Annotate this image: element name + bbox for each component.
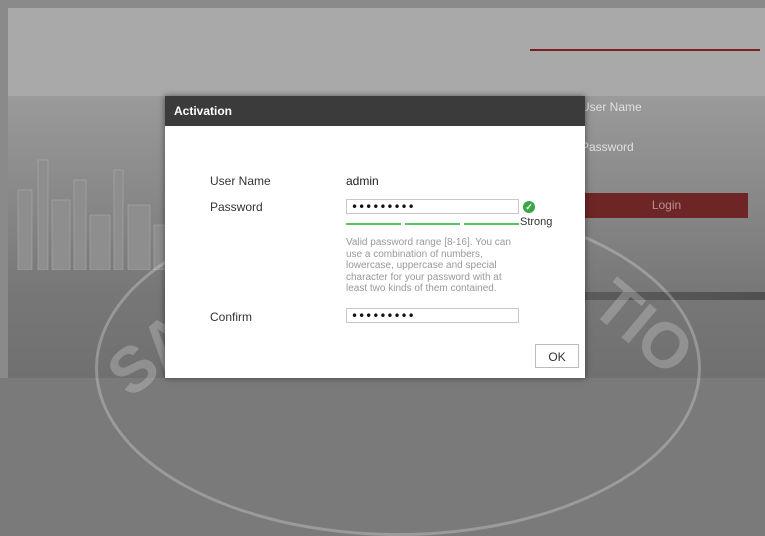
bg-login-button: Login [585, 193, 748, 218]
login-header-area [8, 8, 765, 96]
city-skyline-image [17, 159, 173, 270]
strength-label: Strong [520, 216, 553, 228]
strength-bar-segment-1 [346, 223, 401, 225]
username-value: admin [346, 174, 379, 188]
confirm-password-input[interactable]: ••••••••• [346, 308, 519, 323]
username-label: User Name [210, 174, 271, 188]
password-label: Password [210, 200, 263, 214]
ok-button[interactable]: OK [535, 344, 579, 368]
strength-bar-segment-3 [464, 223, 519, 225]
check-circle-icon: ✓ [523, 201, 535, 213]
dialog-title: Activation [165, 96, 585, 126]
strength-bar-segment-2 [405, 223, 460, 225]
activation-dialog: Activation User Name admin Password ••••… [165, 96, 585, 378]
password-hint: Valid password range [8-16]. You can use… [346, 237, 511, 294]
header-accent-line [530, 49, 760, 51]
bg-password-label: Password [581, 140, 634, 154]
confirm-label: Confirm [210, 310, 253, 324]
password-input[interactable]: ••••••••• [346, 199, 519, 214]
bg-username-label: User Name [581, 100, 642, 114]
